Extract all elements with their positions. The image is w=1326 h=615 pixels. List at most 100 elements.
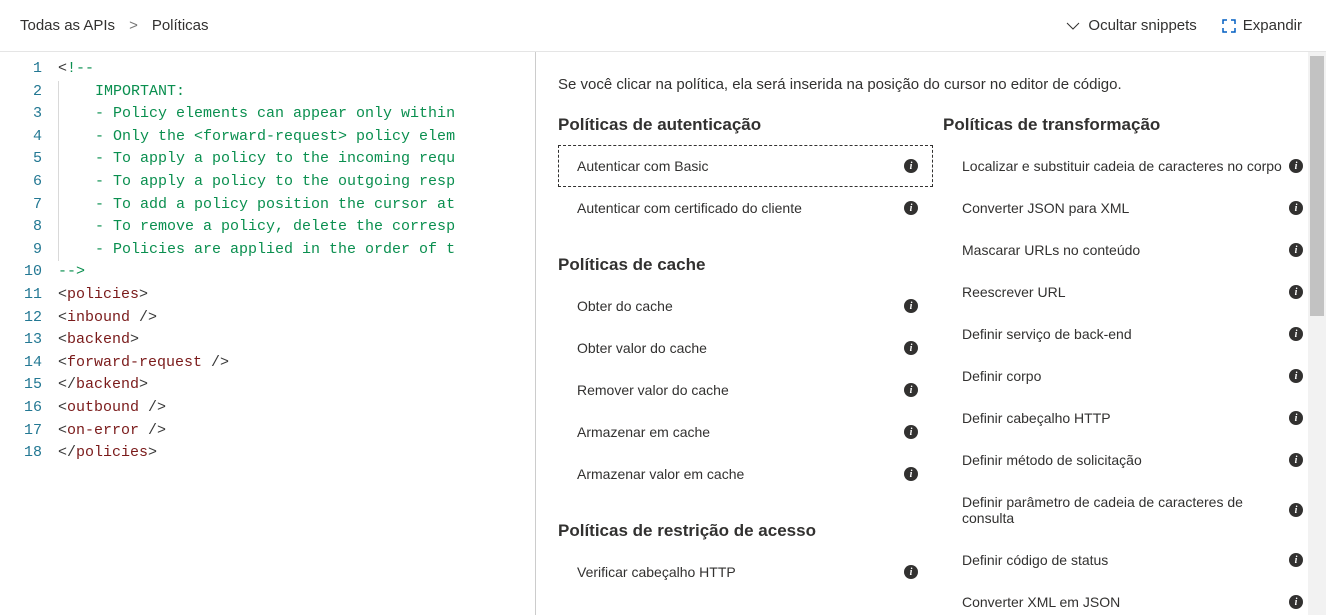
policy-item-label: Localizar e substituir cadeia de caracte…	[962, 158, 1282, 174]
info-icon[interactable]: i	[904, 201, 918, 215]
code-line: </policies>	[58, 442, 535, 465]
policy-item-label: Definir código de status	[962, 552, 1108, 568]
top-bar: Todas as APIs > Políticas Ocultar snippe…	[0, 0, 1326, 52]
info-icon[interactable]: i	[904, 425, 918, 439]
policy-item[interactable]: Mascarar URLs no conteúdoi	[943, 229, 1318, 271]
line-number: 11	[0, 284, 58, 307]
policy-item[interactable]: Converter XML em JSON i	[943, 581, 1318, 615]
policy-item[interactable]: Definir serviço de back-end i	[943, 313, 1318, 355]
policy-item-label: Converter JSON para XML	[962, 200, 1129, 216]
code-line: - Policy elements can appear only within	[58, 103, 535, 126]
expand-button[interactable]: Expandir	[1221, 17, 1302, 34]
line-number: 5	[0, 148, 58, 171]
breadcrumb-separator: >	[129, 17, 138, 34]
main-area: 123456789101112131415161718 <!-- IMPORTA…	[0, 52, 1326, 615]
breadcrumb-root[interactable]: Todas as APIs	[20, 17, 115, 34]
code-line: -->	[58, 261, 535, 284]
code-line: <policies>	[58, 284, 535, 307]
info-icon[interactable]: i	[1289, 243, 1303, 257]
code-line: <backend>	[58, 329, 535, 352]
policy-item[interactable]: Localizar e substituir cadeia de caracte…	[943, 145, 1318, 187]
info-icon[interactable]: i	[1289, 553, 1303, 567]
policy-item[interactable]: Armazenar valor em cache i	[558, 453, 933, 495]
policy-section-title: Políticas de restrição de acesso	[558, 521, 933, 541]
info-icon[interactable]: i	[1289, 285, 1303, 299]
code-line: <inbound />	[58, 307, 535, 330]
info-icon[interactable]: i	[904, 159, 918, 173]
policy-item-label: Verificar cabeçalho HTTP	[577, 564, 736, 580]
scrollbar-thumb[interactable]	[1310, 56, 1324, 316]
snippet-hint: Se você clicar na política, ela será ins…	[558, 76, 1318, 93]
policy-item[interactable]: Definir parâmetro de cadeia de caractere…	[943, 481, 1318, 539]
expand-icon	[1221, 18, 1237, 34]
code-line: - To apply a policy to the incoming requ	[58, 148, 535, 171]
line-number: 18	[0, 442, 58, 465]
code-line: - To remove a policy, delete the corresp	[58, 216, 535, 239]
info-icon[interactable]: i	[904, 341, 918, 355]
code-line: - Policies are applied in the order of t	[58, 239, 535, 262]
snippet-panel: Se você clicar na política, ela será ins…	[536, 52, 1326, 615]
policy-item[interactable]: Armazenar em cache i	[558, 411, 933, 453]
policy-item[interactable]: Definir método de solicitação i	[943, 439, 1318, 481]
info-icon[interactable]: i	[904, 299, 918, 313]
info-icon[interactable]: i	[1289, 503, 1303, 517]
info-icon[interactable]: i	[1289, 201, 1303, 215]
policy-item-label: Definir corpo	[962, 368, 1041, 384]
line-number: 13	[0, 329, 58, 352]
policy-item-list: Localizar e substituir cadeia de caracte…	[943, 145, 1318, 615]
policy-item[interactable]: Verificar cabeçalho HTTP i	[558, 551, 933, 593]
policy-item[interactable]: Obter do cachei	[558, 285, 933, 327]
policy-item[interactable]: Definir corpo i	[943, 355, 1318, 397]
code-line: <forward-request />	[58, 352, 535, 375]
code-content[interactable]: <!-- IMPORTANT: - Policy elements can ap…	[58, 52, 535, 615]
line-number: 8	[0, 216, 58, 239]
policy-item-label: Armazenar valor em cache	[577, 466, 744, 482]
policy-item[interactable]: Autenticar com certificado do clientei	[558, 187, 933, 229]
policy-item[interactable]: Definir código de status i	[943, 539, 1318, 581]
line-number-gutter: 123456789101112131415161718	[0, 52, 58, 615]
info-icon[interactable]: i	[1289, 411, 1303, 425]
policy-item[interactable]: Definir cabeçalho HTTP i	[943, 397, 1318, 439]
info-icon[interactable]: i	[904, 467, 918, 481]
policy-item[interactable]: Autenticar com Basici	[558, 145, 933, 187]
info-icon[interactable]: i	[1289, 159, 1303, 173]
policy-item[interactable]: Converter JSON para XML i	[943, 187, 1318, 229]
info-icon[interactable]: i	[904, 383, 918, 397]
info-icon[interactable]: i	[904, 565, 918, 579]
snippet-column-right: Políticas de transformação Localizar e su…	[943, 115, 1318, 615]
policy-item-list: Obter do cacheiObter valor do cacheiRemo…	[558, 285, 933, 495]
line-number: 2	[0, 81, 58, 104]
info-icon[interactable]: i	[1289, 595, 1303, 609]
code-editor[interactable]: 123456789101112131415161718 <!-- IMPORTA…	[0, 52, 536, 615]
policy-item-label: Definir método de solicitação	[962, 452, 1142, 468]
hide-snippets-button[interactable]: Ocultar snippets	[1064, 17, 1196, 35]
policy-item[interactable]: Obter valor do cache i	[558, 327, 933, 369]
vertical-scrollbar[interactable]	[1308, 52, 1326, 615]
line-number: 17	[0, 420, 58, 443]
snippet-column-left: Políticas de autenticação Autenticar com …	[558, 115, 933, 615]
line-number: 15	[0, 374, 58, 397]
info-icon[interactable]: i	[1289, 327, 1303, 341]
policy-item-label: Obter valor do cache	[577, 340, 707, 356]
expand-label: Expandir	[1243, 17, 1302, 34]
policy-item-label: Converter XML em JSON	[962, 594, 1120, 610]
code-line: - To apply a policy to the outgoing resp	[58, 171, 535, 194]
policy-item-label: Definir cabeçalho HTTP	[962, 410, 1111, 426]
info-icon[interactable]: i	[1289, 453, 1303, 467]
policy-item[interactable]: Reescrever URLi	[943, 271, 1318, 313]
top-actions: Ocultar snippets Expandir	[1064, 17, 1302, 35]
policy-section-title: Políticas de cache	[558, 255, 933, 275]
policy-item-list: Verificar cabeçalho HTTP i	[558, 551, 933, 593]
line-number: 1	[0, 58, 58, 81]
line-number: 16	[0, 397, 58, 420]
policy-section-title: Políticas de transformação	[943, 115, 1318, 135]
code-line: <!--	[58, 58, 535, 81]
code-line: <outbound />	[58, 397, 535, 420]
policy-item-label: Remover valor do cache	[577, 382, 729, 398]
info-icon[interactable]: i	[1289, 369, 1303, 383]
policy-item[interactable]: Remover valor do cache i	[558, 369, 933, 411]
policy-item-label: Armazenar em cache	[577, 424, 710, 440]
policy-section-title: Políticas de autenticação	[558, 115, 933, 135]
breadcrumb: Todas as APIs > Políticas	[20, 17, 209, 34]
policy-item-label: Definir serviço de back-end	[962, 326, 1132, 342]
